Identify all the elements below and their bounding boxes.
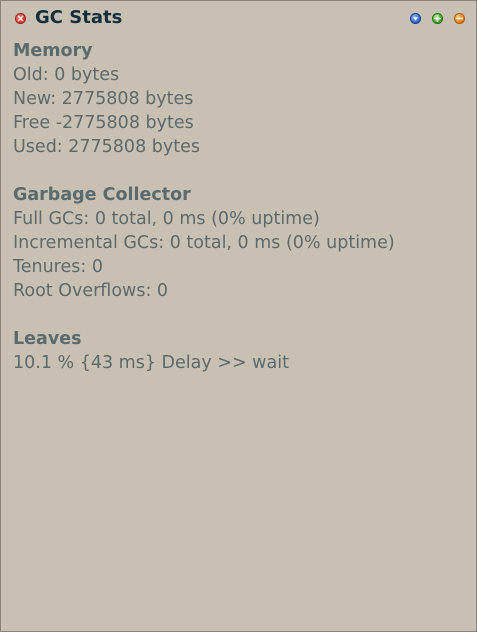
memory-section: Memory Old: 0 bytes New: 2775808 bytes F… — [13, 39, 473, 159]
tenures-line: Tenures: 0 — [13, 257, 103, 277]
chevron-down-icon[interactable] — [410, 13, 421, 24]
memory-free-line: Free -2775808 bytes — [13, 113, 194, 133]
leaves-line: 10.1 % {43 ms} Delay >> wait — [13, 353, 289, 373]
gc-stats-window: GC Stats Memory Old: 0 bytes New: 277580… — [0, 0, 477, 632]
plus-icon[interactable] — [432, 13, 443, 24]
window-title: GC Stats — [35, 7, 123, 28]
full-gcs-line: Full GCs: 0 total, 0 ms (0% uptime) — [13, 209, 320, 229]
memory-heading: Memory — [13, 41, 93, 61]
root-overflows-line: Root Overflows: 0 — [13, 281, 169, 301]
incremental-gcs-line: Incremental GCs: 0 total, 0 ms (0% uptim… — [13, 233, 395, 253]
leaves-heading: Leaves — [13, 329, 82, 349]
memory-new-line: New: 2775808 bytes — [13, 89, 194, 109]
garbage-collector-heading: Garbage Collector — [13, 185, 191, 205]
stats-content: Memory Old: 0 bytes New: 2775808 bytes F… — [13, 39, 473, 399]
memory-used-line: Used: 2775808 bytes — [13, 137, 200, 157]
garbage-collector-section: Garbage Collector Full GCs: 0 total, 0 m… — [13, 183, 473, 303]
title-bar[interactable]: GC Stats — [1, 1, 476, 35]
leaves-section: Leaves 10.1 % {43 ms} Delay >> wait — [13, 327, 473, 375]
minus-icon[interactable] — [454, 13, 465, 24]
memory-old-line: Old: 0 bytes — [13, 65, 120, 85]
close-icon[interactable] — [15, 13, 26, 24]
